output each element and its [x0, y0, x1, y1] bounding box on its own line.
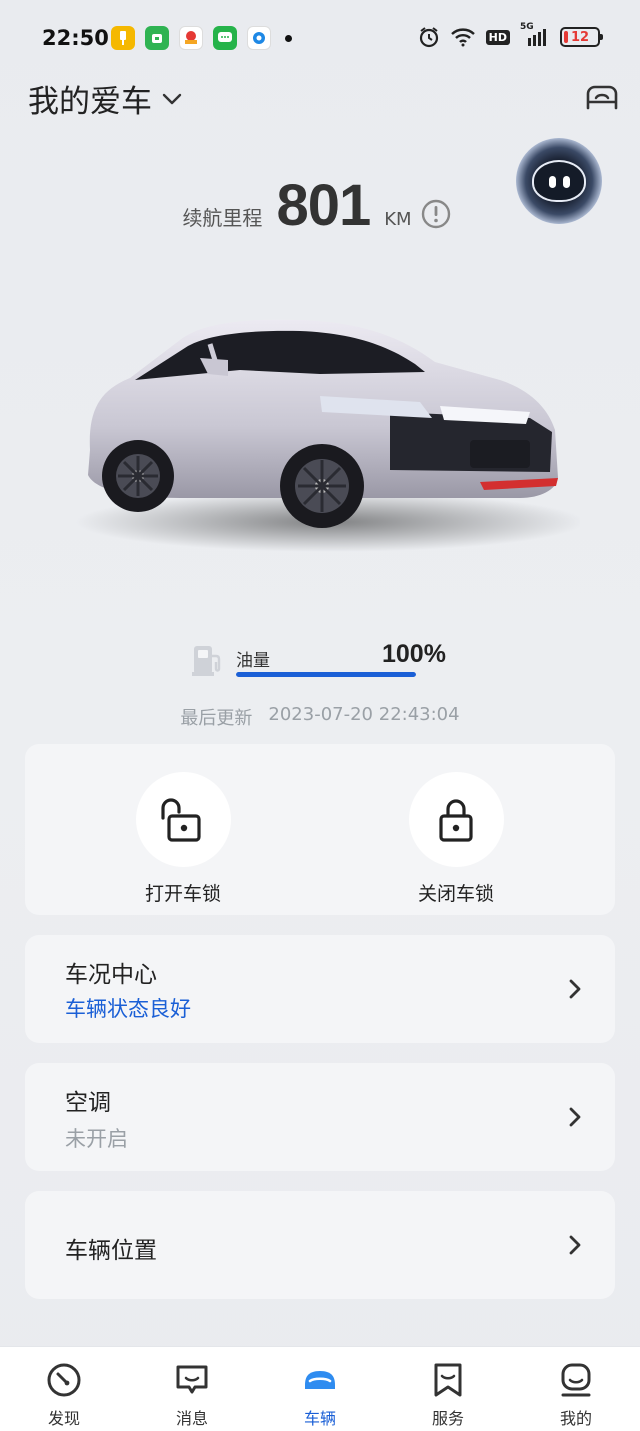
app-notification-icon	[145, 26, 169, 50]
lock-icon	[439, 798, 473, 842]
range-display: 续航里程 801 KM	[0, 172, 640, 239]
battery-indicator: 12	[560, 27, 603, 47]
car-image	[75, 319, 580, 552]
fuel-label: 油量	[236, 651, 270, 671]
lock-label: 关闭车锁	[417, 883, 494, 905]
app-notification-icon	[111, 26, 135, 50]
battery-fill	[564, 31, 568, 43]
car-icon	[305, 1371, 335, 1389]
hd-badge: HD	[485, 29, 510, 45]
air-conditioning-card[interactable]: 空调 未开启	[25, 1063, 615, 1171]
nav-vehicle-label: 车辆	[303, 1409, 336, 1428]
unlock-button[interactable]: 打开车锁	[133, 772, 233, 906]
chevron-down-icon	[162, 93, 182, 104]
last-updated-time: 2023-07-20 22:43:04	[268, 704, 460, 725]
more-notifications-dot	[285, 34, 292, 42]
status-center-subtitle: 车辆状态良好	[65, 997, 191, 1021]
vehicle-page: 22:50 HD 5G 12 我的爱车 续航里程 801 KM 油量 100% …	[0, 0, 640, 1431]
info-icon[interactable]	[420, 198, 452, 230]
message-icon	[176, 1365, 208, 1394]
discover-icon	[47, 1363, 81, 1397]
nav-discover-label: 发现	[47, 1409, 80, 1428]
network-type: 5G	[520, 22, 534, 32]
fuel-gauge: 油量 100%	[190, 640, 460, 680]
nav-service-label: 服务	[431, 1409, 464, 1428]
bottom-nav: 发现 消息 车辆 服务 我的	[0, 1346, 640, 1431]
unlock-icon	[161, 797, 201, 842]
garage-icon[interactable]	[584, 78, 620, 114]
service-icon	[434, 1363, 462, 1397]
vehicle-location-title: 车辆位置	[65, 1238, 157, 1264]
nav-messages-label: 消息	[175, 1409, 208, 1428]
unlock-label: 打开车锁	[144, 883, 221, 905]
air-conditioning-subtitle: 未开启	[65, 1127, 128, 1151]
system-icons: HD 5G 12	[418, 22, 603, 48]
wifi-icon	[450, 28, 475, 47]
notification-icons	[111, 26, 292, 50]
lock-controls-card: 打开车锁 关闭车锁	[25, 744, 615, 915]
status-time: 22:50	[42, 26, 109, 50]
vehicle-location-card[interactable]: 车辆位置	[25, 1191, 615, 1299]
profile-icon	[561, 1363, 591, 1397]
signal-icon: 5G	[520, 22, 550, 48]
fuel-level-bar	[236, 672, 416, 677]
chevron-right-icon	[569, 1235, 581, 1255]
status-center-card[interactable]: 车况中心 车辆状态良好	[25, 935, 615, 1043]
lock-button[interactable]: 关闭车锁	[406, 772, 506, 906]
range-unit: KM	[384, 209, 412, 230]
range-value: 801	[276, 173, 371, 238]
alarm-icon	[419, 27, 438, 48]
fuel-level-fill	[236, 672, 416, 677]
fuel-pump-icon	[192, 646, 221, 676]
nav-service[interactable]: 服务	[384, 1347, 512, 1431]
nav-profile-label: 我的	[559, 1409, 592, 1428]
page-title: 我的爱车	[28, 84, 152, 120]
unlock-circle[interactable]	[135, 772, 231, 867]
last-updated-label: 最后更新	[180, 708, 253, 729]
last-updated: 最后更新 2023-07-20 22:43:04	[0, 704, 640, 730]
air-conditioning-title: 空调	[65, 1090, 111, 1116]
app-notification-icon	[179, 26, 203, 50]
car-selector[interactable]: 我的爱车	[28, 76, 184, 121]
status-bar: 22:50 HD 5G 12	[0, 0, 640, 78]
nav-messages[interactable]: 消息	[128, 1347, 256, 1431]
fuel-value: 100%	[382, 640, 446, 668]
app-notification-icon	[247, 26, 271, 50]
nav-profile[interactable]: 我的	[512, 1347, 640, 1431]
battery-level: 12	[570, 29, 590, 45]
nav-discover[interactable]: 发现	[0, 1347, 128, 1431]
range-label: 续航里程	[182, 206, 263, 230]
chat-notification-icon	[213, 26, 237, 50]
chevron-right-icon	[569, 1107, 581, 1127]
lock-circle[interactable]	[408, 772, 504, 867]
status-center-title: 车况中心	[65, 962, 157, 988]
chevron-right-icon	[569, 979, 581, 999]
nav-vehicle[interactable]: 车辆	[256, 1347, 384, 1431]
